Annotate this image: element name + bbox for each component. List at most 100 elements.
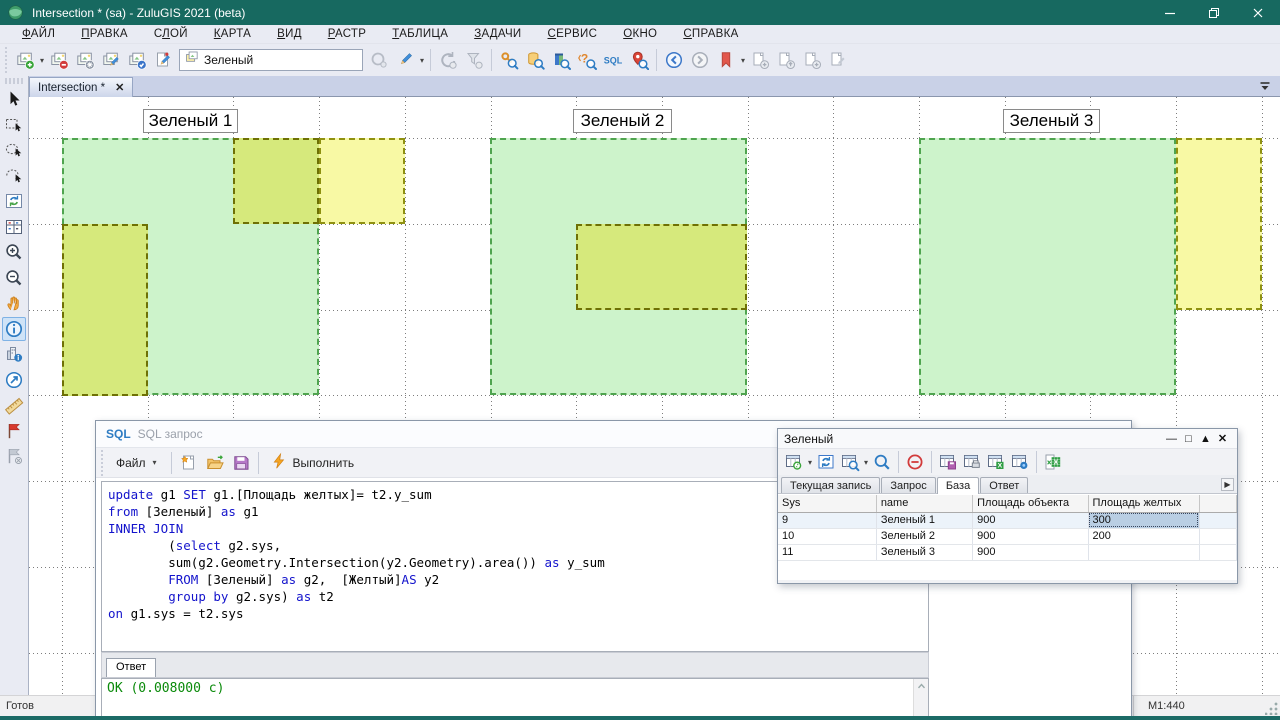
tabs-scroll-right-icon[interactable]: ▶: [1221, 478, 1234, 491]
bm-edit-icon[interactable]: [825, 47, 851, 73]
tool-cursor[interactable]: [2, 87, 26, 111]
toolbar-grip[interactable]: [2, 47, 12, 73]
tool-flag-add[interactable]: [2, 419, 26, 443]
tbl-find-dropdown-caret[interactable]: ▾: [862, 458, 870, 467]
sql-toolbar-grip[interactable]: [98, 450, 108, 476]
menu-таблица[interactable]: ТАБЛИЦА: [392, 28, 448, 40]
tool-flag-remove[interactable]: [2, 444, 26, 468]
menu-файл[interactable]: ФАЙЛ: [22, 28, 55, 40]
menu-окно[interactable]: ОКНО: [623, 28, 657, 40]
search-pin-icon[interactable]: [626, 47, 652, 73]
tbl-view-icon[interactable]: [1008, 450, 1032, 474]
tbl-refresh-dropdown-caret[interactable]: ▾: [806, 458, 814, 467]
sidebar-grip[interactable]: [5, 78, 23, 84]
tab-close-icon[interactable]: ✕: [115, 81, 124, 94]
file-save-icon[interactable]: [228, 450, 254, 476]
tbl-find-icon[interactable]: [838, 450, 862, 474]
table-cell[interactable]: Зеленый 1: [876, 512, 972, 528]
tool-table-grid[interactable]: [2, 215, 26, 239]
nav-back-icon[interactable]: [661, 47, 687, 73]
yellow-3-right[interactable]: [1176, 138, 1262, 310]
tool-goto-arrow[interactable]: [2, 368, 26, 392]
layer-props-icon[interactable]: [72, 47, 98, 73]
layer-remove-icon[interactable]: [46, 47, 72, 73]
menu-вид[interactable]: ВИД: [277, 28, 302, 40]
tool-object-info[interactable]: [2, 342, 26, 366]
response-scrollbar[interactable]: [913, 679, 928, 719]
overlap-1-left[interactable]: [62, 224, 148, 396]
bookmark-dropdown-caret[interactable]: ▾: [739, 56, 747, 65]
tab-overflow-icon[interactable]: [1258, 79, 1272, 93]
file-menu-button[interactable]: Файл▾: [108, 452, 167, 474]
table-cell[interactable]: 10: [778, 528, 876, 544]
search-key-icon[interactable]: [496, 47, 522, 73]
tool-view-refresh[interactable]: [2, 189, 26, 213]
table-cell[interactable]: 900: [973, 512, 1088, 528]
table-cell[interactable]: Зеленый 2: [876, 528, 972, 544]
bm-up-icon[interactable]: [773, 47, 799, 73]
table-cell[interactable]: 900: [973, 544, 1088, 560]
tool-select-lasso[interactable]: [2, 164, 26, 188]
undo-back-icon[interactable]: [435, 47, 461, 73]
undo-filter-icon[interactable]: [461, 47, 487, 73]
menu-карта[interactable]: КАРТА: [214, 28, 251, 40]
search-db-icon[interactable]: [522, 47, 548, 73]
layer-combo[interactable]: Зеленый: [179, 49, 363, 71]
table-tab-текущая-запись[interactable]: Текущая запись: [781, 477, 880, 493]
view-refresh2-icon[interactable]: [814, 450, 838, 474]
tool-ruler[interactable]: [2, 393, 26, 417]
find-icon[interactable]: [870, 450, 894, 474]
column-header[interactable]: Площадь объекта: [973, 495, 1088, 512]
menu-задачи[interactable]: ЗАДАЧИ: [474, 28, 521, 40]
tool-zoom-out[interactable]: [2, 266, 26, 290]
tool-select-ellipse[interactable]: [2, 138, 26, 162]
overlap-2-center[interactable]: [576, 224, 747, 310]
tool-select-rect[interactable]: [2, 113, 26, 137]
tab-intersection[interactable]: Intersection * ✕: [29, 77, 133, 97]
tbl-save-icon[interactable]: [936, 450, 960, 474]
tool-info[interactable]: [2, 317, 26, 341]
del-icon[interactable]: [903, 450, 927, 474]
table-cell[interactable]: 200: [1088, 528, 1199, 544]
table-pin-button[interactable]: ▲: [1197, 433, 1214, 445]
search-layers-icon[interactable]: [548, 47, 574, 73]
search-help-icon[interactable]: ?: [574, 47, 600, 73]
excel-icon[interactable]: X: [1041, 450, 1065, 474]
execute-button[interactable]: Выполнить: [263, 450, 362, 475]
file-open-icon[interactable]: [202, 450, 228, 476]
layer-vis-icon[interactable]: [124, 47, 150, 73]
table-cell[interactable]: Зеленый 3: [876, 544, 972, 560]
sql-search-icon[interactable]: SQL: [600, 47, 626, 73]
table-cell[interactable]: [1088, 544, 1199, 560]
table-minimize-button[interactable]: —: [1163, 433, 1180, 445]
close-button[interactable]: [1236, 0, 1280, 25]
table-cell[interactable]: 300: [1088, 512, 1199, 528]
draw-pencil-icon[interactable]: [392, 47, 418, 73]
table-cell[interactable]: 9: [778, 512, 876, 528]
column-header[interactable]: Площадь желтых: [1088, 495, 1199, 512]
table-tab-ответ[interactable]: Ответ: [980, 477, 1028, 493]
table-tab-запрос[interactable]: Запрос: [881, 477, 935, 493]
column-header[interactable]: [1199, 495, 1236, 512]
table-tab-база[interactable]: База: [937, 477, 979, 494]
layer-edit-icon[interactable]: [98, 47, 124, 73]
menu-слой[interactable]: СЛОЙ: [154, 28, 188, 40]
map-edit-icon[interactable]: [150, 47, 176, 73]
table-close-button[interactable]: ✕: [1214, 432, 1231, 445]
layer-add-dropdown-caret[interactable]: ▾: [38, 56, 46, 65]
table-window-titlebar[interactable]: Зеленый — □ ▲ ✕: [778, 429, 1237, 449]
resize-grip[interactable]: [1265, 702, 1278, 715]
layer-add-icon[interactable]: [12, 47, 38, 73]
restore-button[interactable]: [1192, 0, 1236, 25]
draw-pencil-dropdown-caret[interactable]: ▾: [418, 56, 426, 65]
overlap-1-top[interactable]: [233, 138, 319, 224]
column-header[interactable]: name: [876, 495, 972, 512]
menu-растр[interactable]: РАСТР: [328, 28, 366, 40]
tbl-print-icon[interactable]: [960, 450, 984, 474]
menu-справка[interactable]: СПРАВКА: [683, 28, 738, 40]
tool-zoom-in[interactable]: [2, 240, 26, 264]
minimize-button[interactable]: [1148, 0, 1192, 25]
table-maximize-button[interactable]: □: [1180, 433, 1197, 445]
bm-new-icon[interactable]: [747, 47, 773, 73]
column-header[interactable]: Sys: [778, 495, 876, 512]
